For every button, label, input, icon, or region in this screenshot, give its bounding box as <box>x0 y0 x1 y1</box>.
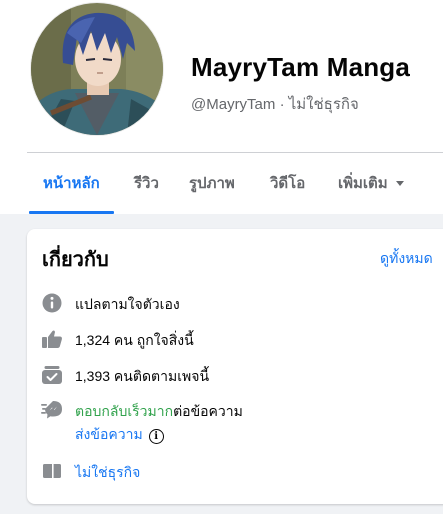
tab-reviews[interactable]: รีวิว <box>134 153 159 214</box>
category-flag-icon <box>43 464 61 478</box>
caret-down-icon <box>395 181 404 186</box>
response-fast-label: ตอบกลับเร็วมาก <box>75 403 174 419</box>
page-handle-row: @MayryTam · ไม่ใช่ธุรกิจ <box>191 92 359 116</box>
category-link[interactable]: ไม่ใช่ธุรกิจ <box>75 462 140 484</box>
followers-check-icon <box>42 366 62 384</box>
likes-count: 1,324 คน ถูกใจสิ่งนี้ <box>75 332 194 348</box>
send-message-wrap: ส่งข้อความ i <box>75 424 164 446</box>
tab-home[interactable]: หน้าหลัก <box>29 153 114 214</box>
about-title: เกี่ยวกับ <box>42 249 109 271</box>
page-title: MayryTam Manga <box>191 52 411 82</box>
profile-avatar[interactable] <box>31 3 163 135</box>
handle-separator: · <box>279 96 285 113</box>
info-small-icon[interactable]: i <box>148 429 164 444</box>
response-rest-label: ต่อข้อความ <box>173 403 243 419</box>
page-description: แปลตามใจตัวเอง <box>75 296 180 312</box>
tab-photos[interactable]: รูปภาพ <box>189 153 235 214</box>
tab-more-label: เพิ่มเติม <box>338 175 388 192</box>
about-card: เกี่ยวกับ ดูทั้งหมด แปลตามใจตัวเอง 1,324… <box>27 229 443 504</box>
avatar-image <box>31 3 163 135</box>
see-all-link[interactable]: ดูทั้งหมด <box>380 248 433 270</box>
page-category: ไม่ใช่ธุรกิจ <box>288 96 359 113</box>
page-handle: @MayryTam <box>191 96 276 113</box>
messenger-fast-icon <box>41 401 62 419</box>
tab-more[interactable]: เพิ่มเติม <box>338 153 404 214</box>
followers-count: 1,393 คนติดตามเพจนี้ <box>75 368 210 384</box>
page-header: MayryTam Manga @MayryTam · ไม่ใช่ธุรกิจ … <box>0 0 443 214</box>
thumbs-up-icon <box>42 330 62 348</box>
tab-videos[interactable]: วิดีโอ <box>270 153 305 214</box>
info-icon <box>42 293 62 313</box>
send-message-link[interactable]: ส่งข้อความ <box>75 426 143 442</box>
response-time: ตอบกลับเร็วมากต่อข้อความ <box>75 401 243 423</box>
